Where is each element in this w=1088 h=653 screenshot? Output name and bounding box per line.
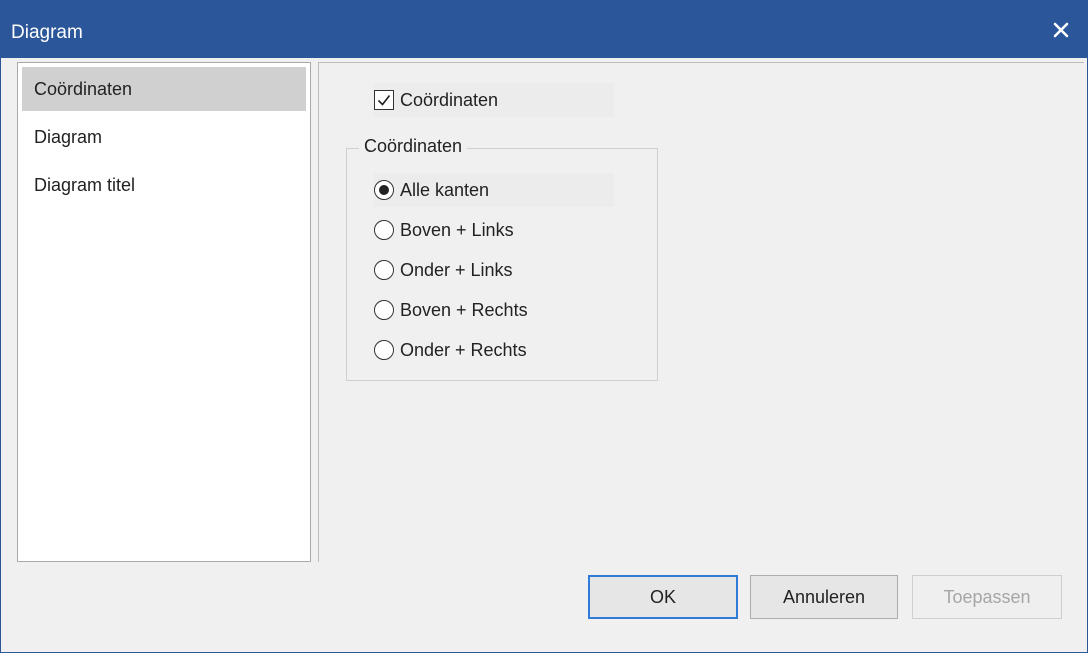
radio-onder-links[interactable]: Onder + Links (374, 253, 614, 287)
nav-item-label: Coördinaten (34, 79, 133, 99)
coordinaten-checkbox-label: Coördinaten (400, 89, 499, 110)
radio-button[interactable] (374, 340, 394, 360)
checkmark-icon (377, 95, 391, 106)
coordinaten-checkbox-row[interactable]: Coördinaten (374, 83, 614, 117)
coordinaten-checkbox[interactable] (374, 90, 394, 110)
nav-item-coordinaten[interactable]: Coördinaten (22, 67, 306, 111)
coordinaten-groupbox: Coördinaten Alle kanten Boven + Links On… (346, 136, 658, 381)
radio-dot-icon (379, 185, 389, 195)
radio-label: Boven + Rechts (400, 299, 528, 320)
radio-boven-links[interactable]: Boven + Links (374, 213, 614, 247)
apply-button[interactable]: Toepassen (912, 575, 1062, 619)
window-title: Diagram (11, 22, 83, 43)
settings-panel: Coördinaten Coördinaten Alle kanten Bove… (318, 62, 1084, 562)
close-icon-glyph (1053, 22, 1069, 38)
radio-alle-kanten[interactable]: Alle kanten (374, 173, 614, 207)
radio-label: Boven + Links (400, 219, 514, 240)
category-list: Coördinaten Diagram Diagram titel (17, 62, 311, 562)
dialog-client-area: Coördinaten Diagram Diagram titel Coördi… (9, 58, 1084, 567)
radio-button-selected[interactable] (374, 180, 394, 200)
radio-label: Onder + Links (400, 259, 513, 280)
nav-item-diagram[interactable]: Diagram (22, 115, 306, 159)
radio-button[interactable] (374, 260, 394, 280)
radio-label: Alle kanten (400, 179, 490, 200)
close-icon[interactable] (1049, 18, 1073, 42)
cancel-button[interactable]: Annuleren (750, 575, 898, 619)
radio-onder-rechts[interactable]: Onder + Rechts (374, 333, 614, 367)
radio-label: Onder + Rechts (400, 339, 527, 360)
ok-button[interactable]: OK (588, 575, 738, 619)
title-bar: Diagram (1, 0, 1088, 58)
radio-button[interactable] (374, 300, 394, 320)
nav-item-label: Diagram (34, 127, 103, 147)
radio-button[interactable] (374, 220, 394, 240)
diagram-dialog: Diagram Coördinaten Diagram Diagram tite… (0, 0, 1088, 653)
radio-boven-rechts[interactable]: Boven + Rechts (374, 293, 614, 327)
nav-item-label: Diagram titel (34, 175, 136, 195)
nav-item-diagram-titel[interactable]: Diagram titel (22, 163, 306, 207)
groupbox-title: Coördinaten (359, 136, 468, 157)
